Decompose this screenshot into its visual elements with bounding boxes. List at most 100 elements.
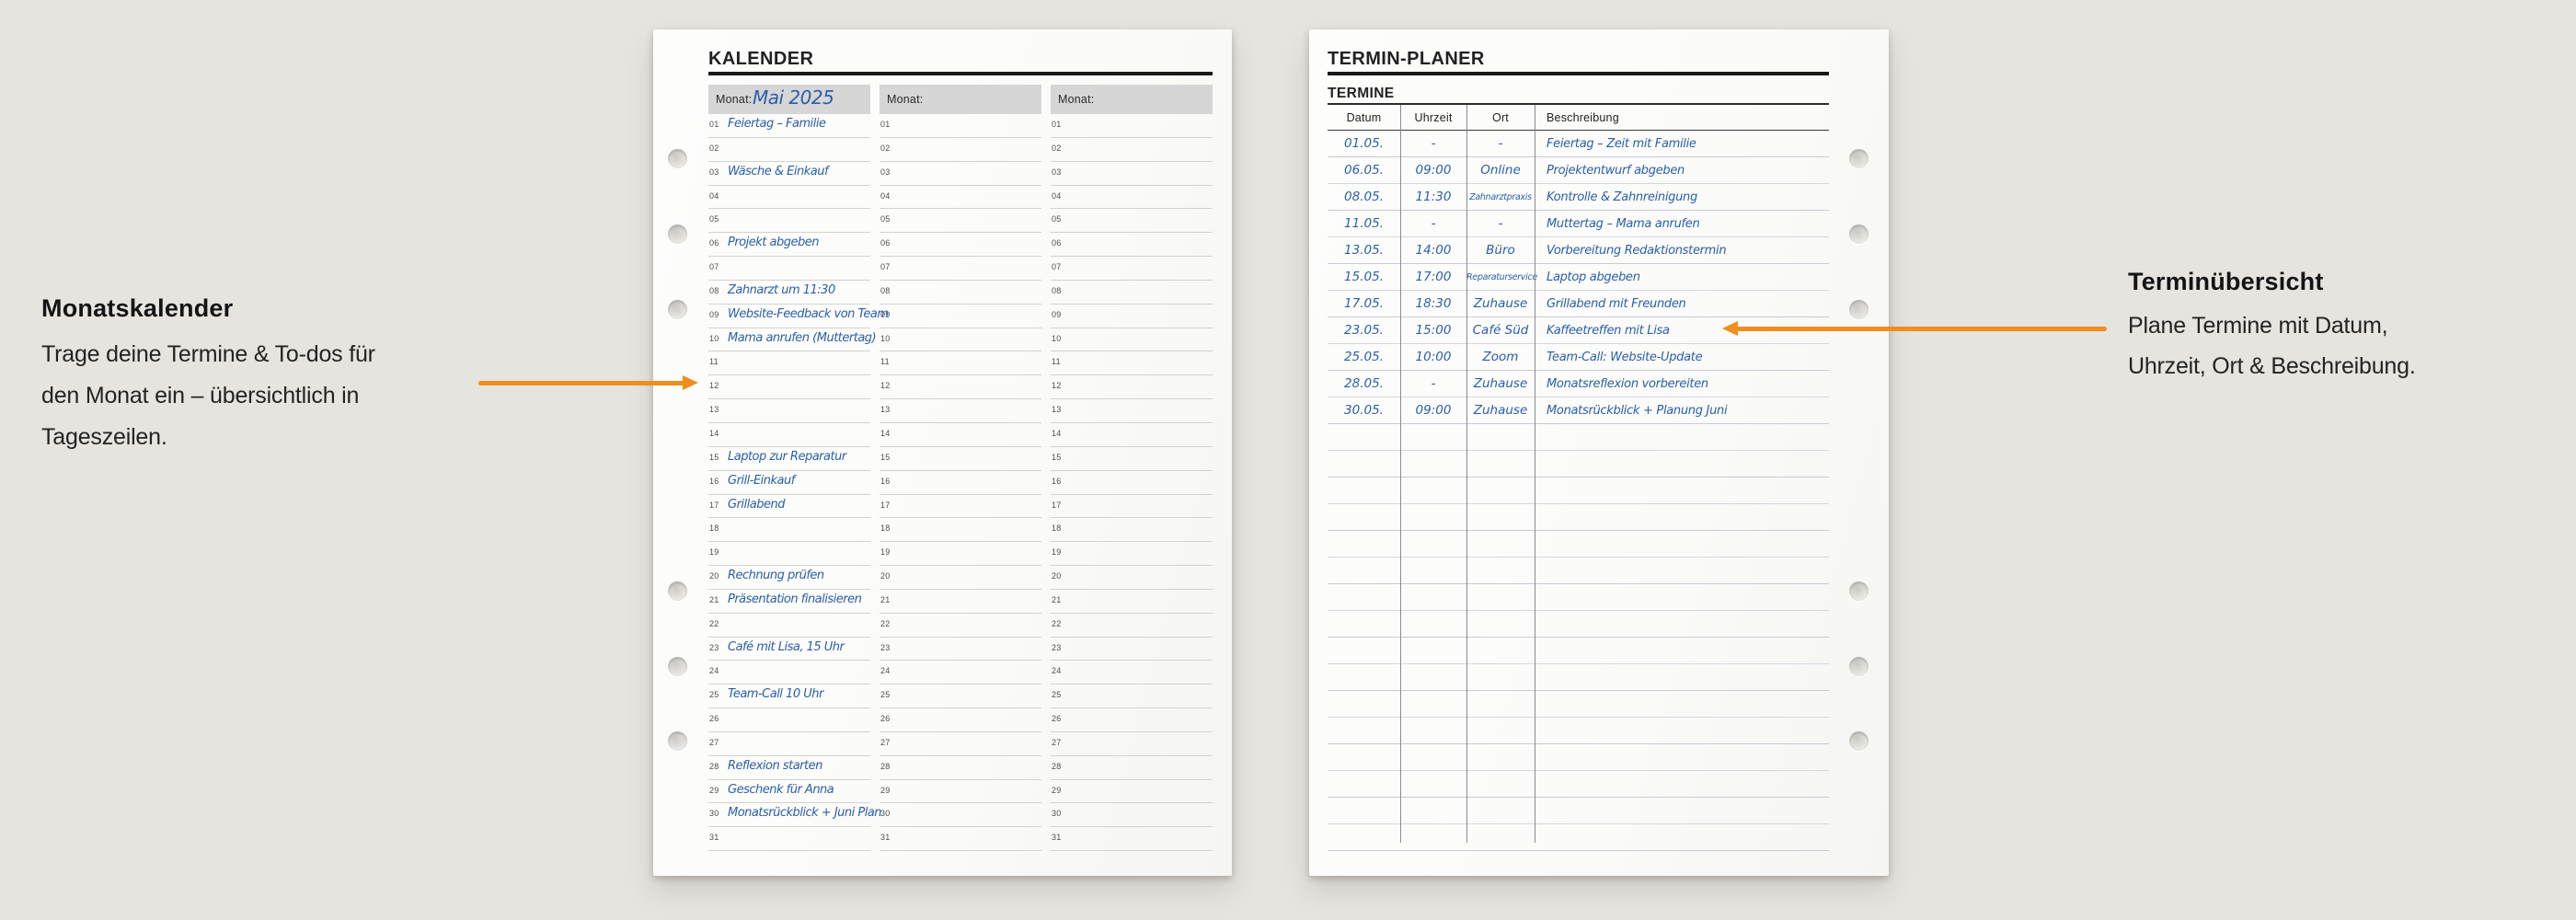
day-entry-handwritten: Grillabend — [728, 498, 785, 512]
calendar-day-row: 21 — [1051, 590, 1213, 614]
calendar-month-column: Monat:0102030405060708091011121314151617… — [1051, 85, 1213, 851]
cell-datum: 23.05. — [1328, 317, 1400, 343]
calendar-day-row: 13 — [880, 399, 1041, 423]
empty-cell — [1535, 477, 1829, 503]
calendar-day-row: 10 — [880, 328, 1041, 352]
day-number: 08 — [880, 286, 891, 295]
kalender-page: KALENDER Monat:Mai 202501Feiertag – Fami… — [653, 29, 1232, 876]
empty-appointment-row — [1328, 638, 1829, 664]
calendar-day-row: 26 — [880, 708, 1041, 732]
day-number: 03 — [1052, 167, 1062, 177]
calendar-day-row: 09 — [1051, 305, 1213, 328]
calendar-day-row: 23 — [880, 638, 1041, 661]
empty-cell — [1328, 744, 1400, 770]
day-number: 27 — [1052, 738, 1062, 747]
day-number: 14 — [709, 429, 719, 438]
calendar-day-row: 14 — [1051, 423, 1213, 447]
day-entry-handwritten: Präsentation finalisieren — [728, 592, 861, 606]
day-number: 26 — [880, 714, 891, 723]
termin-page-title: TERMIN-PLANER — [1328, 49, 1485, 70]
calendar-day-row: 20 — [880, 566, 1041, 590]
table-column-divider — [1466, 105, 1467, 843]
cell-uhrzeit: - — [1400, 131, 1466, 156]
empty-cell — [1466, 477, 1535, 503]
day-entry-handwritten: Grill-Einkauf — [728, 474, 795, 488]
calendar-day-row: 19 — [1051, 542, 1213, 566]
day-entry-handwritten: Rechnung prüfen — [728, 569, 824, 582]
calendar-day-row: 08 — [1051, 281, 1213, 305]
appointment-row: 28.05.-ZuhauseMonatsreflexion vorbereite… — [1328, 371, 1829, 397]
empty-appointment-row — [1328, 477, 1829, 504]
day-number: 30 — [1052, 809, 1062, 818]
day-number: 20 — [709, 571, 719, 581]
calendar-day-row: 21 — [880, 590, 1041, 614]
empty-appointment-row — [1328, 504, 1829, 531]
day-number: 04 — [1052, 191, 1062, 201]
appointment-row: 08.05.11:30ZahnarztpraxisKontrolle & Zah… — [1328, 184, 1829, 211]
cell-datum: 28.05. — [1328, 371, 1400, 397]
empty-appointment-row — [1328, 531, 1829, 558]
annotation-text-line: Plane Termine mit Datum, — [2128, 305, 2524, 346]
table-header-cell: Ort — [1466, 105, 1535, 130]
cell-uhrzeit: 11:30 — [1400, 184, 1466, 210]
day-number: 21 — [709, 595, 719, 604]
day-number: 12 — [1052, 381, 1062, 390]
day-number: 26 — [709, 714, 719, 723]
calendar-day-row: 03 — [1051, 162, 1213, 186]
day-number: 21 — [1052, 595, 1062, 604]
table-header-row: DatumUhrzeitOrtBeschreibung — [1328, 105, 1829, 131]
day-number: 10 — [1052, 334, 1062, 343]
empty-appointment-row — [1328, 584, 1829, 611]
calendar-day-row: 06 — [880, 233, 1041, 257]
day-entry-handwritten: Geschenk für Anna — [728, 783, 834, 797]
arrow-right-icon — [478, 375, 718, 391]
calendar-day-row: 31 — [708, 827, 870, 851]
day-number: 31 — [880, 833, 891, 842]
annotation-text-line: Uhrzeit, Ort & Beschreibung. — [2128, 346, 2524, 386]
calendar-day-row: 28 — [880, 756, 1041, 780]
appointment-row: 01.05.--Feiertag – Zeit mit Familie — [1328, 131, 1829, 157]
calendar-day-row: 04 — [880, 186, 1041, 210]
cell-ort: - — [1466, 211, 1535, 236]
cell-uhrzeit: 09:00 — [1400, 397, 1466, 423]
day-number: 15 — [880, 453, 891, 462]
empty-cell — [1400, 424, 1466, 450]
empty-cell — [1400, 718, 1466, 743]
annotation-text-line: Tageszeilen. — [41, 417, 501, 458]
empty-cell — [1328, 824, 1400, 850]
day-number: 02 — [709, 144, 719, 153]
empty-appointment-row — [1328, 451, 1829, 477]
empty-cell — [1535, 611, 1829, 637]
day-number: 16 — [709, 477, 719, 486]
day-number: 04 — [880, 191, 891, 201]
day-number: 15 — [709, 453, 719, 462]
day-entry-handwritten: Laptop zur Reparatur — [728, 450, 846, 464]
day-number: 22 — [880, 619, 891, 628]
day-number: 16 — [1052, 477, 1062, 486]
calendar-day-row: 17 — [880, 495, 1041, 519]
empty-cell — [1466, 451, 1535, 477]
calendar-day-row: 18 — [880, 518, 1041, 542]
empty-appointment-row — [1328, 798, 1829, 824]
arrow-shaft — [478, 381, 684, 385]
calendar-day-row: 12 — [880, 375, 1041, 399]
calendar-day-row: 25Team-Call 10 Uhr — [708, 684, 870, 708]
cell-uhrzeit: 18:30 — [1400, 291, 1466, 316]
appointment-row: 06.05.09:00OnlineProjektentwurf abgeben — [1328, 157, 1829, 184]
calendar-day-row: 17Grillabend — [708, 495, 870, 519]
empty-cell — [1466, 638, 1535, 663]
calendar-day-row: 28Reflexion starten — [708, 756, 870, 780]
day-entry-handwritten: Website-Feedback von Team — [728, 307, 889, 321]
day-number: 03 — [709, 167, 719, 177]
day-number: 13 — [880, 405, 891, 414]
cell-datum: 30.05. — [1328, 397, 1400, 423]
day-number: 30 — [709, 809, 719, 818]
empty-cell — [1328, 504, 1400, 530]
cell-beschreibung: Vorbereitung Redaktionstermin — [1535, 237, 1829, 263]
empty-cell — [1328, 718, 1400, 743]
day-number: 17 — [1052, 500, 1062, 510]
cell-datum: 08.05. — [1328, 184, 1400, 210]
month-label: Monat: — [716, 93, 752, 106]
calendar-day-row: 27 — [880, 732, 1041, 756]
day-number: 11 — [880, 357, 890, 366]
